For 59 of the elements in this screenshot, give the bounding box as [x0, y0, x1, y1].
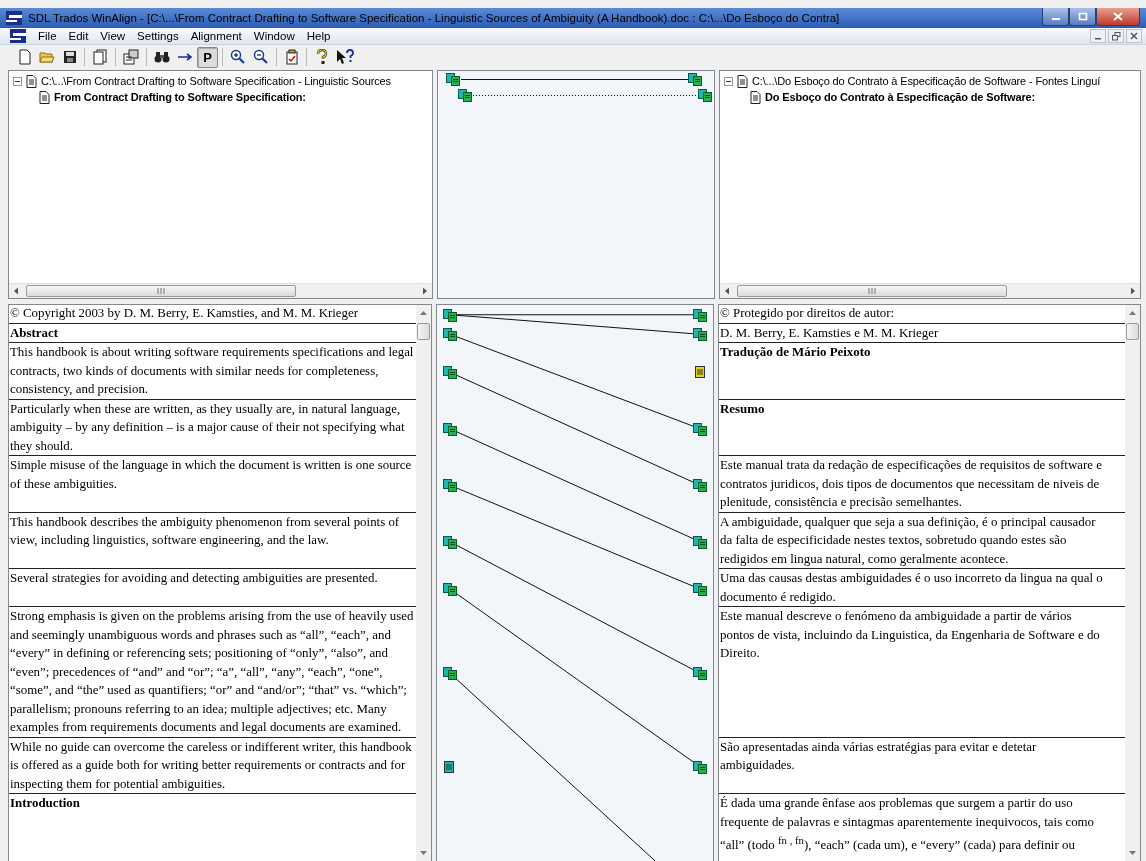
segment-pair-icon[interactable] [443, 308, 458, 322]
close-button[interactable] [1126, 29, 1142, 43]
scrollbar-thumb[interactable] [1126, 323, 1139, 340]
segment-pair-icon[interactable] [693, 667, 708, 681]
scrollbar-thumb[interactable] [417, 323, 430, 340]
segment-pair-icon[interactable] [693, 479, 708, 493]
segment-pair-icon[interactable] [443, 583, 458, 596]
collapse-toggle[interactable] [13, 76, 22, 86]
alignment-link-drawing[interactable] [446, 73, 702, 86]
restore-button[interactable] [1108, 29, 1124, 43]
segment-pair-icon[interactable] [693, 308, 708, 322]
segment-icon[interactable] [444, 760, 454, 773]
segment-pair-icon[interactable] [443, 479, 458, 493]
close-icon [1113, 12, 1123, 21]
maximize-icon [1077, 12, 1088, 21]
window-title: SDL Trados WinAlign - [C:\...\From Contract Drafting to Software Specification - Linguistic Sources of Ambiguity (A Handbook).doc : C:\...\Do Esboço do Contra] [28, 12, 841, 24]
close-icon [1130, 32, 1138, 40]
segment-icon[interactable] [695, 366, 705, 379]
segment-pair-icon[interactable] [693, 583, 708, 596]
target-segment[interactable]: D. M. Berry, E. Kamsties e M. M. Krieger [719, 323, 1125, 343]
source-segment[interactable]: Abstract [9, 323, 416, 343]
scrollbar-thumb[interactable] [26, 285, 296, 297]
segment-pair-icon[interactable] [443, 535, 458, 549]
maximize-button[interactable] [1069, 8, 1096, 26]
segment-pair-icon[interactable] [443, 422, 458, 436]
menu-item[interactable]: Window [247, 30, 301, 42]
target-segment[interactable]: Uma das causas destas ambiguidades é o uso incorreto da lingua na qual o documento é redigido. [719, 569, 1125, 607]
scrollbar-thumb[interactable] [737, 285, 1007, 297]
menu-item[interactable]: Help [300, 30, 337, 42]
source-segment[interactable]: Introduction [9, 794, 416, 861]
segment-pair-icon[interactable] [443, 366, 458, 380]
menu-item[interactable]: Edit [62, 30, 95, 42]
paragraph-toggle-button[interactable]: P [197, 46, 218, 68]
collapse-toggle[interactable] [724, 76, 733, 86]
target-segment[interactable]: É dada uma grande ênfase aos problemas que surgem a partir do uso frequente de palavras e sintagmas aparentemente inequivocos, tais como “all” (todo $^{fn , fn}$), “each” (cada um), e “every” (cada) para definir ou [719, 794, 1125, 861]
segment-pair-icon[interactable] [693, 760, 708, 774]
segment-pair-icon[interactable] [693, 422, 708, 436]
properties-icon[interactable] [120, 46, 142, 68]
file-path[interactable]: C:\...\From Contract Drafting to Software Specification - Linguistic Sources [41, 75, 391, 87]
segment-pair-icon[interactable] [693, 328, 708, 342]
source-segment[interactable]: Several strategies for avoiding and detecting ambiguities are presented. [9, 569, 416, 607]
source-segment[interactable]: © Copyright 2003 by D. M. Berry, E. Kamsties, and M. M. Krieger [9, 304, 416, 324]
menu-item[interactable]: File [32, 30, 63, 42]
file-path[interactable]: C:\...\Do Esboço do Contrato à Especificação de Software - Fontes Linguí [752, 75, 1101, 87]
menu-item[interactable]: Alignment [184, 30, 248, 42]
target-segment[interactable]: © Protegido por direitos de autor: [719, 304, 1125, 324]
alignment-link-drawing[interactable] [458, 89, 712, 102]
menu-item[interactable]: View [94, 30, 132, 42]
tree-item[interactable]: From Contract Drafting to Software Specification: [54, 91, 306, 103]
restore-icon [1111, 31, 1121, 41]
segment-pair-icon[interactable] [443, 328, 458, 342]
tree-item[interactable]: Do Esboço do Contrato à Especificação de Software: [765, 91, 1035, 103]
segment-pair-icon[interactable] [693, 535, 708, 549]
app-icon [6, 11, 22, 25]
close-button[interactable] [1096, 8, 1140, 26]
minimize-button[interactable] [1042, 8, 1069, 26]
segment-pair-icon[interactable] [443, 667, 458, 681]
menu-item[interactable]: Settings [131, 30, 185, 42]
minimize-button[interactable] [1090, 29, 1106, 43]
